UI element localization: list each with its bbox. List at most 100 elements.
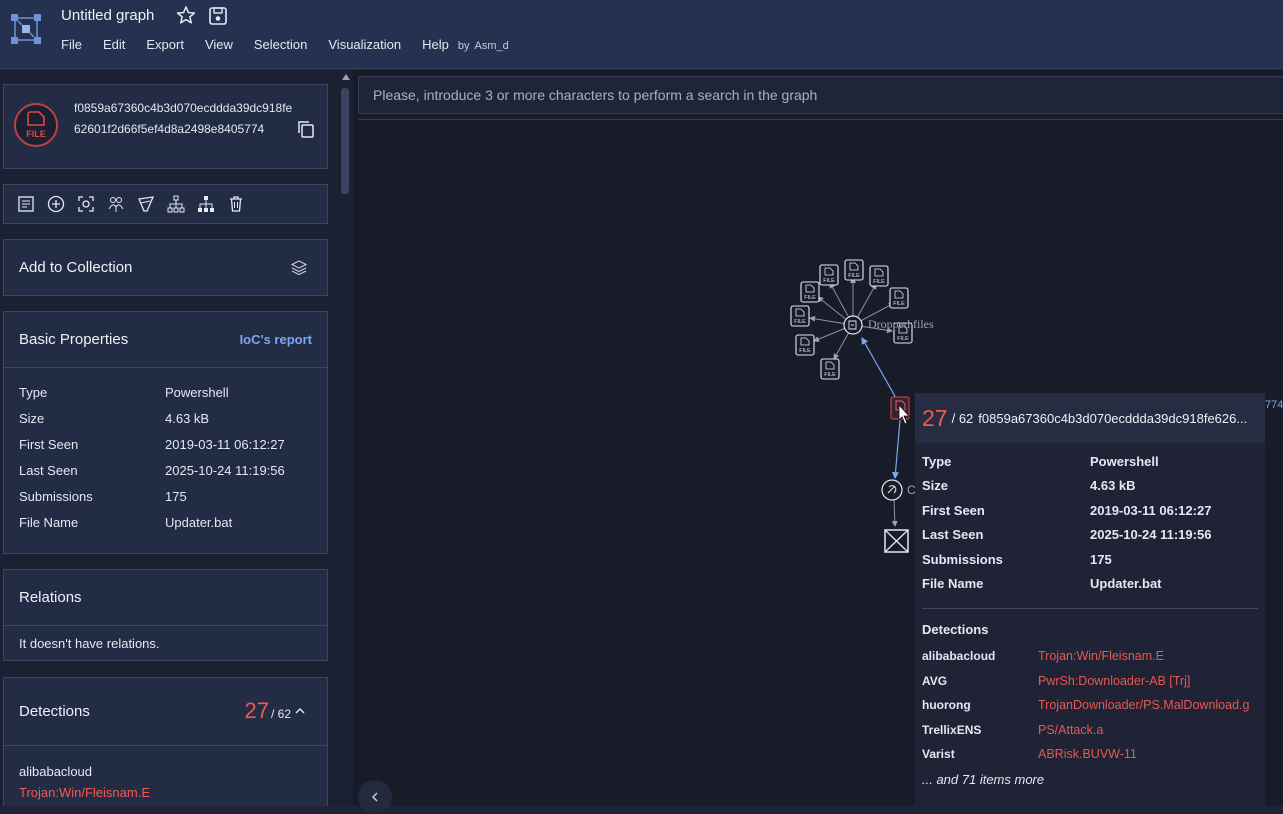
menu-selection[interactable]: Selection xyxy=(254,37,307,52)
tooltip-engine: alibabacloud xyxy=(922,649,996,663)
report-icon[interactable] xyxy=(16,194,36,214)
tooltip-result: PS/Attack.a xyxy=(1038,723,1104,737)
basic-properties-card: Basic Properties IoC's report Type Powers… xyxy=(3,311,328,554)
tooltip-result: TrojanDownloader/PS.MalDownload.g xyxy=(1038,698,1250,712)
tooltip-engine: AVG xyxy=(922,674,948,688)
star-icon[interactable] xyxy=(176,5,196,25)
menu-help[interactable]: Help xyxy=(422,37,449,52)
file-node-icon[interactable] xyxy=(844,259,864,281)
copy-icon[interactable] xyxy=(296,119,316,139)
tooltip-label: File Name xyxy=(922,576,984,591)
tooltip-positives: 27 xyxy=(922,404,948,431)
tooltip-value: 4.63 kB xyxy=(1090,478,1136,493)
tooltip-row: File Name Updater.bat xyxy=(922,576,1162,591)
expand-icon[interactable] xyxy=(46,194,66,214)
file-node-icon[interactable] xyxy=(889,287,909,309)
tooltip-row: Last Seen 2025-10-24 11:19:56 xyxy=(922,527,1211,542)
dropped-files-label: Dropped files xyxy=(868,317,934,331)
left-panel: FILE f0859a67360c4b3d070ecddda39dc918fe6… xyxy=(0,70,338,806)
graph-logo-icon[interactable] xyxy=(10,13,42,45)
chevron-left-icon xyxy=(371,792,378,802)
menu-edit[interactable]: Edit xyxy=(103,37,125,52)
file-node-icon[interactable] xyxy=(800,281,820,303)
left-panel-scrollbar[interactable] xyxy=(338,70,353,806)
svg-text:FILE: FILE xyxy=(26,129,46,139)
file-icon: FILE xyxy=(26,111,46,139)
relations-title: Relations xyxy=(19,589,82,606)
node-tooltip: 27 / 62 f0859a67360c4b3d070ecddda39dc918… xyxy=(915,393,1265,806)
prop-row: Size 4.63 kB xyxy=(19,411,209,426)
prop-row: File Name Updater.bat xyxy=(19,515,232,530)
relations-header[interactable]: Relations xyxy=(4,570,327,626)
tooltip-divider xyxy=(922,608,1258,609)
detection-total: / 62 xyxy=(270,707,291,721)
prop-label: Submissions xyxy=(19,489,93,504)
graph-title[interactable]: Untitled graph xyxy=(61,7,154,24)
menu-file[interactable]: File xyxy=(61,37,82,52)
tooltip-hash: f0859a67360c4b3d070ecddda39dc918fe626... xyxy=(978,410,1248,426)
tooltip-detection-row: alibabacloud Trojan:Win/Fleisnam.E xyxy=(922,649,1164,663)
tooltip-label: Submissions xyxy=(922,552,1003,567)
tooltip-value: Powershell xyxy=(1090,454,1159,469)
relations-empty-text: It doesn't have relations. xyxy=(19,636,160,651)
tooltip-result: Trojan:Win/Fleisnam.E xyxy=(1038,649,1164,663)
tooltip-value: 2025-10-24 11:19:56 xyxy=(1090,527,1212,542)
author-name: Asm_d xyxy=(474,40,509,52)
prop-value: 2025-10-24 11:19:56 xyxy=(165,463,285,478)
group-icon[interactable] xyxy=(106,194,126,214)
detections-header[interactable]: Detections 27 / 62 xyxy=(4,678,327,746)
file-node-icon[interactable] xyxy=(820,358,840,380)
edge-to-email-node xyxy=(891,499,898,527)
collapse-panel-button[interactable] xyxy=(358,780,392,814)
tooltip-label: Size xyxy=(922,478,949,493)
chevron-up-icon[interactable] xyxy=(295,706,305,716)
add-to-collection-label: Add to Collection xyxy=(19,259,133,276)
scroll-up-arrow-icon[interactable] xyxy=(342,74,350,80)
tree-layout-icon[interactable] xyxy=(196,194,216,214)
edge-to-c-node xyxy=(891,419,901,480)
detections-card: Detections 27 / 62 alibabacloud Trojan:W… xyxy=(3,677,328,806)
detection-score: 27 / 62 xyxy=(245,698,292,724)
tooltip-row: Size 4.63 kB xyxy=(922,478,1136,493)
hierarchy-icon[interactable] xyxy=(166,194,186,214)
prop-value: Updater.bat xyxy=(165,515,233,530)
detection-positives: 27 xyxy=(244,698,269,723)
menu-export[interactable]: Export xyxy=(146,37,184,52)
ioc-report-link[interactable]: IoC's report xyxy=(240,332,312,347)
prop-value: 4.63 kB xyxy=(165,411,210,426)
tooltip-detection-row: huorong TrojanDownloader/PS.MalDownload.g xyxy=(922,698,1249,712)
tooltip-header: 27 / 62 f0859a67360c4b3d070ecddda39dc918… xyxy=(915,393,1265,443)
stack-icon xyxy=(291,260,307,276)
tooltip-value: 2019-03-11 06:12:27 xyxy=(1090,503,1212,518)
menu-view[interactable]: View xyxy=(205,37,233,52)
tooltip-row: Type Powershell xyxy=(922,454,1159,469)
tooltip-more-text: ... and 71 items more xyxy=(922,772,1045,787)
relations-card: Relations It doesn't have relations. xyxy=(3,569,328,661)
tooltip-engine: Varist xyxy=(922,747,955,761)
delete-icon[interactable] xyxy=(226,194,246,214)
tooltip-label: First Seen xyxy=(922,503,985,518)
highlight-icon[interactable] xyxy=(136,194,156,214)
prop-label: Type xyxy=(19,385,48,400)
menu-visualization[interactable]: Visualization xyxy=(328,37,401,52)
tooltip-row: First Seen 2019-03-11 06:12:27 xyxy=(922,503,1211,518)
file-node-icon[interactable] xyxy=(819,264,839,286)
prop-value: 2019-03-11 06:12:27 xyxy=(165,437,285,452)
node-hash: f0859a67360c4b3d070ecddda39dc918fe62601f… xyxy=(74,101,293,136)
c-node-icon[interactable] xyxy=(881,479,903,501)
file-node-icon[interactable] xyxy=(795,334,815,356)
author-prefix: by xyxy=(457,40,470,52)
basic-properties-title: Basic Properties xyxy=(19,331,129,348)
edge-hash-fragment: 774 xyxy=(1265,399,1283,411)
file-node-icon[interactable] xyxy=(869,265,889,287)
scroll-thumb[interactable] xyxy=(341,88,349,194)
add-to-collection-button[interactable]: Add to Collection xyxy=(3,239,328,296)
detection-engine: alibabacloud xyxy=(19,764,93,779)
focus-icon[interactable] xyxy=(76,194,96,214)
prop-value: Powershell xyxy=(165,385,229,400)
prop-label: Last Seen xyxy=(19,463,78,478)
tooltip-value: 175 xyxy=(1090,552,1112,567)
file-node-icon[interactable] xyxy=(790,305,810,327)
detection-result: Trojan:Win/Fleisnam.E xyxy=(19,785,150,800)
save-icon[interactable] xyxy=(208,6,228,26)
